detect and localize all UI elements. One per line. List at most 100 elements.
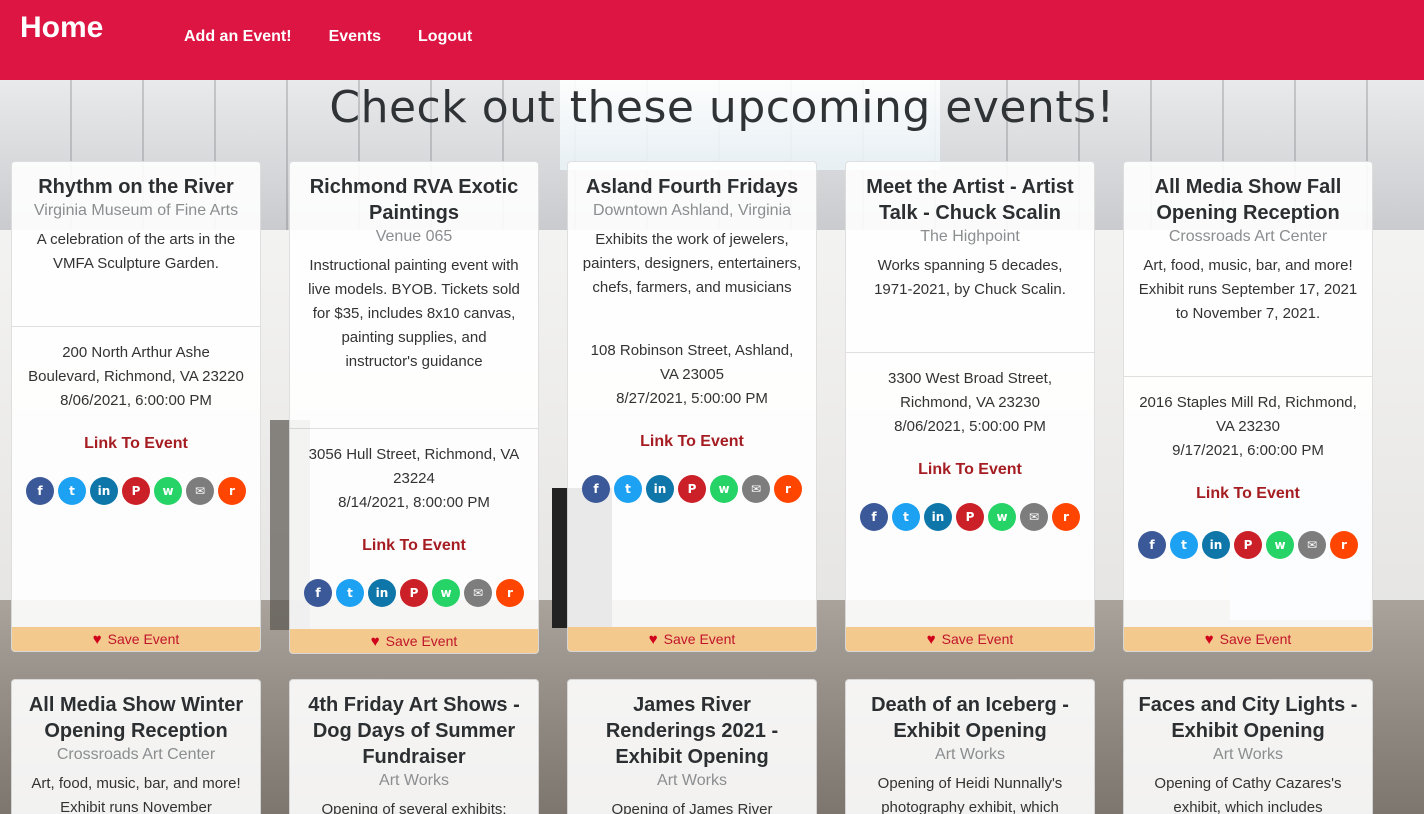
linkedin-icon[interactable]: in	[1202, 531, 1230, 559]
facebook-icon[interactable]: f	[582, 475, 610, 503]
event-title: Rhythm on the River	[38, 176, 234, 198]
facebook-icon[interactable]: f	[1138, 531, 1166, 559]
event-title: All Media Show Fall Opening Reception	[1154, 176, 1342, 224]
twitter-icon[interactable]: t	[1170, 531, 1198, 559]
event-title: James River Renderings 2021 - Exhibit Op…	[605, 694, 779, 768]
add-event-link[interactable]: Add an Event!	[184, 28, 292, 46]
event-venue: Downtown Ashland, Virginia	[592, 202, 792, 219]
whatsapp-icon[interactable]: w	[432, 579, 460, 607]
twitter-icon[interactable]: t	[336, 579, 364, 607]
event-description: Opening of several exhibits;	[321, 801, 507, 814]
event-address: 200 North Arthur Ashe Boulevard, Richmon…	[28, 344, 244, 385]
email-icon[interactable]: ✉	[1298, 531, 1326, 559]
event-description: Art, food, music, bar, and more! Exhibit…	[1138, 257, 1358, 322]
event-description: Works spanning 5 decades, 1971-2021, by …	[874, 257, 1066, 298]
share-buttons: f t in P w ✉ r	[1124, 531, 1372, 559]
home-link[interactable]: Home	[20, 11, 103, 45]
event-card: Richmond RVA Exotic Paintings Venue 065 …	[289, 161, 539, 654]
event-venue: The Highpoint	[920, 228, 1020, 245]
twitter-icon[interactable]: t	[58, 477, 86, 505]
event-card: Meet the Artist - Artist Talk - Chuck Sc…	[845, 161, 1095, 652]
event-venue: Art Works	[935, 746, 1005, 763]
event-description: Instructional painting event with live m…	[308, 257, 520, 370]
email-icon[interactable]: ✉	[186, 477, 214, 505]
event-card: Asland Fourth Fridays Downtown Ashland, …	[567, 161, 817, 652]
event-address: 108 Robinson Street, Ashland, VA 23005	[590, 342, 794, 383]
linkedin-icon[interactable]: in	[368, 579, 396, 607]
reddit-icon[interactable]: r	[218, 477, 246, 505]
whatsapp-icon[interactable]: w	[988, 503, 1016, 531]
reddit-icon[interactable]: r	[1330, 531, 1358, 559]
link-to-event[interactable]: Link To Event	[568, 433, 816, 451]
save-event-button[interactable]: ♥ Save Event	[290, 629, 538, 653]
event-venue: Virginia Museum of Fine Arts	[33, 202, 239, 219]
event-description: Opening of James River	[611, 801, 773, 814]
pinterest-icon[interactable]: P	[400, 579, 428, 607]
event-title: Faces and City Lights - Exhibit Opening	[1138, 694, 1358, 742]
event-title: Death of an Iceberg - Exhibit Opening	[871, 694, 1069, 742]
save-event-button[interactable]: ♥ Save Event	[1124, 627, 1372, 651]
linkedin-icon[interactable]: in	[90, 477, 118, 505]
event-description: Opening of Heidi Nunnally's photography …	[877, 775, 1063, 814]
facebook-icon[interactable]: f	[26, 477, 54, 505]
event-venue: Art Works	[657, 772, 727, 789]
event-datetime: 8/06/2021, 5:00:00 PM	[894, 418, 1046, 435]
link-to-event[interactable]: Link To Event	[846, 461, 1094, 479]
share-buttons: f t in P w ✉ r	[568, 475, 816, 503]
event-venue: Crossroads Art Center	[1168, 228, 1328, 245]
whatsapp-icon[interactable]: w	[1266, 531, 1294, 559]
save-event-button[interactable]: ♥ Save Event	[568, 627, 816, 651]
event-title: Asland Fourth Fridays	[585, 176, 799, 198]
link-to-event[interactable]: Link To Event	[12, 435, 260, 453]
share-buttons: f t in P w ✉ r	[846, 503, 1094, 531]
email-icon[interactable]: ✉	[742, 475, 770, 503]
logout-link[interactable]: Logout	[418, 28, 472, 46]
event-title: All Media Show Winter Opening Reception	[28, 694, 244, 742]
whatsapp-icon[interactable]: w	[154, 477, 182, 505]
event-datetime: 9/17/2021, 6:00:00 PM	[1172, 442, 1324, 459]
share-buttons: f t in P w ✉ r	[290, 579, 538, 607]
twitter-icon[interactable]: t	[892, 503, 920, 531]
pinterest-icon[interactable]: P	[122, 477, 150, 505]
event-address: 3300 West Broad Street, Richmond, VA 232…	[888, 370, 1052, 411]
share-buttons: f t in P w ✉ r	[12, 477, 260, 505]
heart-icon: ♥	[648, 630, 658, 648]
linkedin-icon[interactable]: in	[924, 503, 952, 531]
pinterest-icon[interactable]: P	[678, 475, 706, 503]
save-event-button[interactable]: ♥ Save Event	[12, 627, 260, 651]
facebook-icon[interactable]: f	[860, 503, 888, 531]
pinterest-icon[interactable]: P	[956, 503, 984, 531]
events-link[interactable]: Events	[329, 28, 381, 46]
linkedin-icon[interactable]: in	[646, 475, 674, 503]
event-venue: Venue 065	[375, 228, 453, 245]
event-datetime: 8/27/2021, 5:00:00 PM	[616, 390, 768, 407]
heart-icon: ♥	[370, 632, 380, 650]
heart-icon: ♥	[926, 630, 936, 648]
facebook-icon[interactable]: f	[304, 579, 332, 607]
whatsapp-icon[interactable]: w	[710, 475, 738, 503]
event-card: Death of an Iceberg - Exhibit Opening Ar…	[845, 679, 1095, 814]
save-event-button[interactable]: ♥ Save Event	[846, 627, 1094, 651]
event-card: James River Renderings 2021 - Exhibit Op…	[567, 679, 817, 814]
link-to-event[interactable]: Link To Event	[290, 537, 538, 555]
event-venue: Art Works	[1213, 746, 1283, 763]
pinterest-icon[interactable]: P	[1234, 531, 1262, 559]
event-card: All Media Show Winter Opening Reception …	[11, 679, 261, 814]
event-card: Faces and City Lights - Exhibit Opening …	[1123, 679, 1373, 814]
email-icon[interactable]: ✉	[1020, 503, 1048, 531]
event-description: Opening of Cathy Cazares's exhibit, whic…	[1154, 775, 1342, 814]
event-description: Exhibits the work of jewelers, painters,…	[582, 231, 802, 296]
event-title: Meet the Artist - Artist Talk - Chuck Sc…	[866, 176, 1074, 224]
reddit-icon[interactable]: r	[774, 475, 802, 503]
reddit-icon[interactable]: r	[496, 579, 524, 607]
twitter-icon[interactable]: t	[614, 475, 642, 503]
email-icon[interactable]: ✉	[464, 579, 492, 607]
event-venue: Crossroads Art Center	[56, 746, 216, 763]
event-address: 3056 Hull Street, Richmond, VA 23224	[308, 446, 520, 487]
event-title: 4th Friday Art Shows - Dog Days of Summe…	[308, 694, 520, 768]
event-address: 2016 Staples Mill Rd, Richmond, VA 23230	[1139, 394, 1357, 435]
reddit-icon[interactable]: r	[1052, 503, 1080, 531]
nav-links: Add an Event! Events Logout	[184, 28, 472, 46]
event-card: All Media Show Fall Opening Reception Cr…	[1123, 161, 1373, 652]
link-to-event[interactable]: Link To Event	[1124, 485, 1372, 503]
